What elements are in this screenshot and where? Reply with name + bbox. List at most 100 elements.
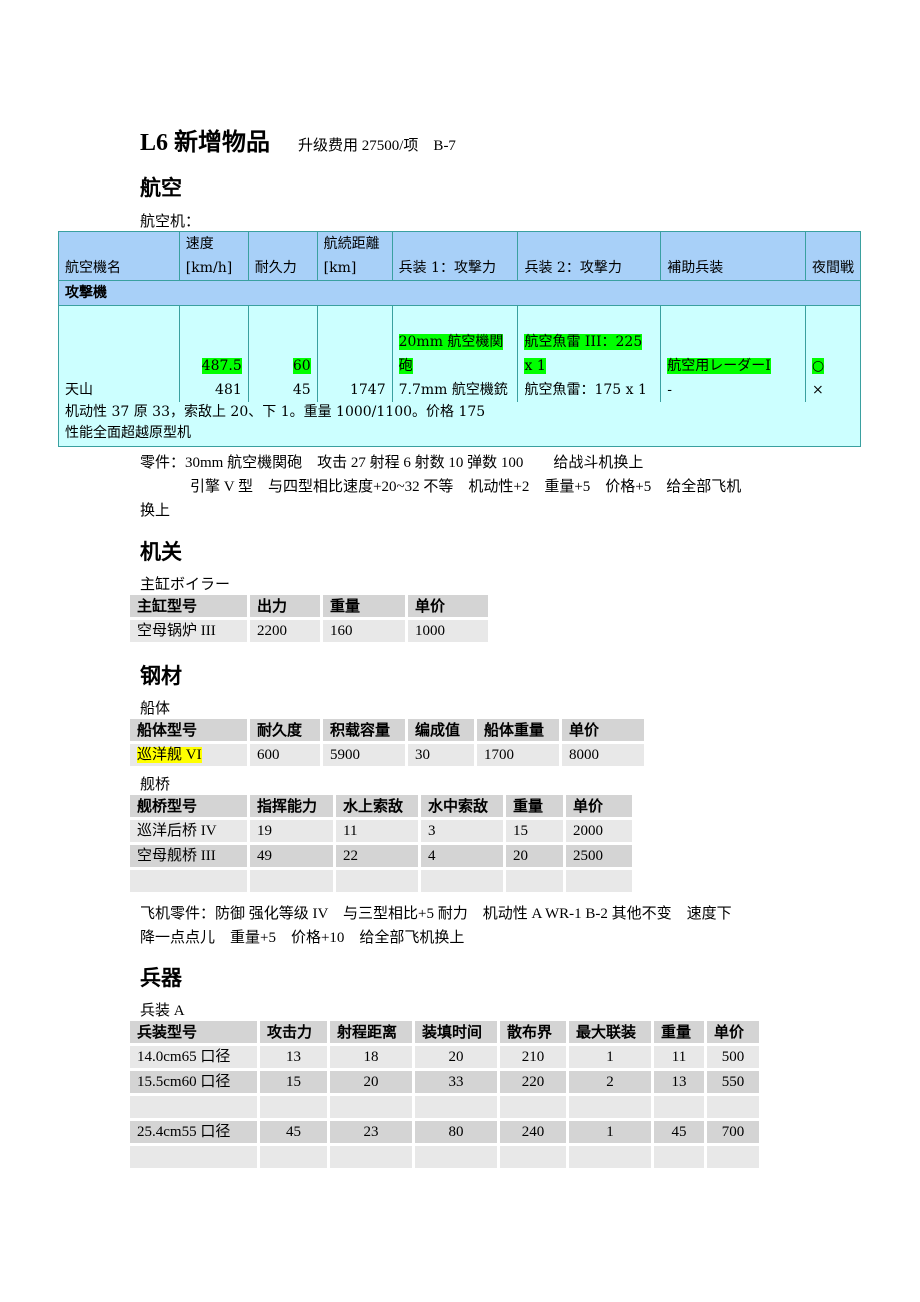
cell bbox=[569, 1146, 651, 1168]
weapon2-old: 航空魚雷：175 x 1 bbox=[524, 382, 647, 398]
table-row: 14.0cm65 口径 13 18 20 210 1 11 500 bbox=[130, 1046, 759, 1068]
header-cell: 射程距离 bbox=[330, 1021, 412, 1043]
weapons-table: 兵装型号 攻击力 射程距离 装填时间 散布界 最大联装 重量 单价 14.0cm… bbox=[127, 1018, 762, 1171]
header-cell: 单价 bbox=[707, 1021, 759, 1043]
section-heading-engine: 机关 bbox=[140, 540, 182, 564]
cell: 700 bbox=[707, 1121, 759, 1143]
cell: 550 bbox=[707, 1071, 759, 1093]
weapons-table-header: 兵装型号 攻击力 射程距离 装填时间 散布界 最大联装 重量 单价 bbox=[130, 1021, 759, 1043]
cell: 1 bbox=[569, 1046, 651, 1068]
cell bbox=[260, 1146, 327, 1168]
header-cell: 装填时间 bbox=[415, 1021, 497, 1043]
header-cell: 单价 bbox=[408, 595, 488, 617]
table-row: 空母锅炉 III 2200 160 1000 bbox=[130, 620, 488, 642]
cell: 30 bbox=[408, 744, 474, 766]
cell: 4 bbox=[421, 845, 503, 867]
cell: 500 bbox=[707, 1046, 759, 1068]
header-cell: 出力 bbox=[250, 595, 320, 617]
cell: 33 bbox=[415, 1071, 497, 1093]
cell: 1 bbox=[569, 1121, 651, 1143]
cell: 巡洋后桥 IV bbox=[130, 820, 247, 842]
cell: 23 bbox=[330, 1121, 412, 1143]
aux-new: 航空用レーダーI bbox=[667, 358, 771, 374]
header-cell: 水上索敌 bbox=[336, 795, 418, 817]
section-heading-aviation: 航空 bbox=[140, 176, 182, 200]
header-cell: 指挥能力 bbox=[250, 795, 333, 817]
table-row: 15.5cm60 口径 15 20 33 220 2 13 550 bbox=[130, 1071, 759, 1093]
weapon2-new: 航空魚雷 III：225 x 1 bbox=[524, 334, 643, 374]
range-cell: 1747 bbox=[316, 305, 393, 402]
cell bbox=[415, 1146, 497, 1168]
cell: 49 bbox=[250, 845, 333, 867]
cell: 15 bbox=[506, 820, 563, 842]
category-label: 攻撃機 bbox=[58, 280, 861, 306]
cell bbox=[260, 1096, 327, 1118]
header-cell: 船体型号 bbox=[130, 719, 247, 741]
cell: 20 bbox=[415, 1046, 497, 1068]
table-row: 巡洋舰 VI 600 5900 30 1700 8000 bbox=[130, 744, 644, 766]
cell: 14.0cm65 口径 bbox=[130, 1046, 257, 1068]
weapons-caption: 兵装 A bbox=[140, 1003, 185, 1019]
cell bbox=[654, 1146, 704, 1168]
cell: 13 bbox=[654, 1071, 704, 1093]
hull-table: 船体型号 耐久度 积载容量 编成值 船体重量 单价 巡洋舰 VI 600 590… bbox=[127, 716, 647, 769]
cell: 210 bbox=[500, 1046, 566, 1068]
cell: 11 bbox=[336, 820, 418, 842]
aircraft-notes: 机动性 37 原 33，索敌上 20、下 1。重量 1000/1100。价格 1… bbox=[58, 402, 861, 447]
header-cell: 兵装型号 bbox=[130, 1021, 257, 1043]
cell: 25.4cm55 口径 bbox=[130, 1121, 257, 1143]
night-old: × bbox=[812, 382, 824, 398]
header-cell: 单价 bbox=[562, 719, 644, 741]
steel-parts-line-1: 飞机零件：防御 强化等级 IV 与三型相比+5 耐力 机动性 A WR-1 B-… bbox=[140, 906, 732, 922]
header-cell: 编成值 bbox=[408, 719, 474, 741]
cell bbox=[707, 1146, 759, 1168]
table-row: 25.4cm55 口径 45 23 80 240 1 45 700 bbox=[130, 1121, 759, 1143]
cell: 空母舰桥 III bbox=[130, 845, 247, 867]
aircraft-name: 天山 bbox=[58, 305, 180, 402]
table-row: 天山 487.5 481 60 45 1747 20mm 航空機関砲 7.7mm… bbox=[58, 305, 861, 402]
cell: 19 bbox=[250, 820, 333, 842]
table-row-empty bbox=[130, 1146, 759, 1168]
header-cell: 耐久力 bbox=[247, 231, 318, 281]
cell bbox=[330, 1146, 412, 1168]
steel-parts-line-2: 降一点点儿 重量+5 价格+10 给全部飞机换上 bbox=[140, 930, 465, 946]
header-cell: 兵装 2：攻撃力 bbox=[517, 231, 662, 281]
cell: 1700 bbox=[477, 744, 559, 766]
cell: 3 bbox=[421, 820, 503, 842]
cell: 空母锅炉 III bbox=[130, 620, 247, 642]
speed-new: 487.5 bbox=[201, 358, 242, 374]
header-cell: 最大联装 bbox=[569, 1021, 651, 1043]
hp-old: 45 bbox=[292, 382, 311, 398]
header-cell: 重量 bbox=[506, 795, 563, 817]
cell: 22 bbox=[336, 845, 418, 867]
table-row-empty bbox=[130, 870, 632, 892]
cell: 18 bbox=[330, 1046, 412, 1068]
aircraft-table-header: 航空機名 速度[km/h] 耐久力 航続距離[km] 兵装 1：攻撃力 兵装 2… bbox=[58, 231, 861, 281]
engine-caption: 主缸ボイラー bbox=[140, 577, 231, 593]
page-title: L6 新增物品 升级费用 27500/项 B-7 bbox=[140, 122, 456, 157]
cell: 13 bbox=[260, 1046, 327, 1068]
section-heading-weapons: 兵器 bbox=[140, 966, 182, 990]
speed-old: 481 bbox=[215, 382, 242, 398]
header-cell: 重量 bbox=[323, 595, 405, 617]
header-cell: 耐久度 bbox=[250, 719, 320, 741]
cell bbox=[421, 870, 503, 892]
aircraft-table: 航空機名 速度[km/h] 耐久力 航続距離[km] 兵装 1：攻撃力 兵装 2… bbox=[58, 231, 861, 447]
cell: 20 bbox=[330, 1071, 412, 1093]
aviation-parts-line-2: 引擎 V 型 与四型相比速度+20~32 不等 机动性+2 重量+5 价格+5 … bbox=[190, 479, 742, 495]
cell: 15 bbox=[260, 1071, 327, 1093]
cell bbox=[707, 1096, 759, 1118]
table-row-empty bbox=[130, 1096, 759, 1118]
aux-cell: 航空用レーダーI - bbox=[660, 305, 806, 402]
engine-table-header: 主缸型号 出力 重量 单价 bbox=[130, 595, 488, 617]
weapon1-new: 20mm 航空機関砲 bbox=[398, 334, 504, 374]
hull-caption: 船体 bbox=[140, 701, 171, 717]
cell: 80 bbox=[415, 1121, 497, 1143]
cell bbox=[330, 1096, 412, 1118]
table-row: 巡洋后桥 IV 19 11 3 15 2000 bbox=[130, 820, 632, 842]
night-new: ○ bbox=[812, 358, 825, 374]
hp-new: 60 bbox=[292, 358, 311, 374]
aviation-parts-line-3: 换上 bbox=[140, 503, 171, 519]
note-line: 机动性 37 原 33，索敌上 20、下 1。重量 1000/1100。价格 1… bbox=[65, 404, 486, 420]
page-title-subtitle: 升级费用 27500/项 B-7 bbox=[298, 138, 456, 154]
